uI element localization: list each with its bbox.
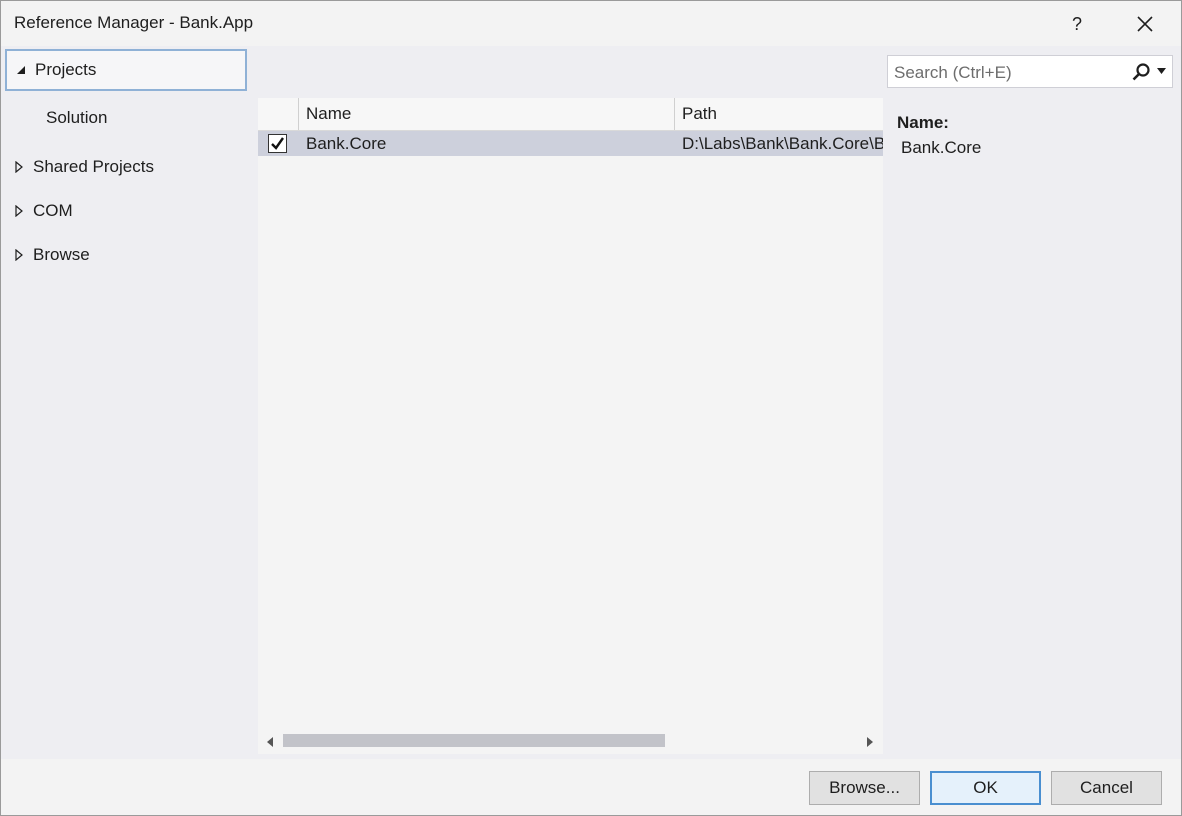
nav-item-projects[interactable]: Projects xyxy=(5,49,247,91)
nav-item-label: Shared Projects xyxy=(33,157,154,176)
nav-item-solution[interactable]: Solution xyxy=(5,97,247,139)
close-icon xyxy=(1137,16,1153,32)
cancel-button[interactable]: Cancel xyxy=(1051,771,1162,805)
title-bar: Reference Manager - Bank.App ? xyxy=(1,1,1181,46)
nav-item-label: Projects xyxy=(35,60,97,79)
horizontal-scrollbar[interactable] xyxy=(258,730,883,752)
checkmark-icon xyxy=(271,137,284,150)
reference-list: Name Path Bank.Core D:\Labs\Bank\Bank.Co… xyxy=(258,98,883,754)
column-header-check[interactable] xyxy=(258,98,298,130)
expanded-arrow-icon[interactable] xyxy=(7,65,35,75)
search-input[interactable] xyxy=(888,56,1126,89)
nav-item-label: COM xyxy=(33,201,73,220)
detail-name-value: Bank.Core xyxy=(901,138,982,157)
collapsed-arrow-icon[interactable] xyxy=(5,249,33,261)
list-header: Name Path xyxy=(258,98,883,131)
search-icon[interactable] xyxy=(1131,62,1151,82)
window-title: Reference Manager - Bank.App xyxy=(14,13,254,32)
help-button[interactable]: ? xyxy=(1055,5,1099,43)
browse-button[interactable]: Browse... xyxy=(809,771,920,805)
nav-item-label: Browse xyxy=(33,245,90,264)
detail-name-label: Name: xyxy=(897,113,949,132)
dialog-footer: Browse... OK Cancel xyxy=(1,759,1181,815)
reference-checkbox[interactable] xyxy=(268,134,287,153)
scrollbar-thumb[interactable] xyxy=(283,734,665,747)
nav-item-com[interactable]: COM xyxy=(5,190,247,232)
scroll-right-arrow-icon[interactable] xyxy=(864,734,876,748)
collapsed-arrow-icon[interactable] xyxy=(5,161,33,173)
cell-path: D:\Labs\Bank\Bank.Core\Bank.Core.csproj xyxy=(682,133,883,153)
nav-item-browse[interactable]: Browse xyxy=(5,234,247,276)
collapsed-arrow-icon[interactable] xyxy=(5,205,33,217)
nav-item-shared-projects[interactable]: Shared Projects xyxy=(5,146,247,188)
column-header-name[interactable]: Name xyxy=(299,98,674,130)
reference-manager-dialog: Reference Manager - Bank.App ? Projects … xyxy=(0,0,1182,816)
details-panel: Name: Bank.Core xyxy=(884,46,1181,759)
ok-button[interactable]: OK xyxy=(930,771,1041,805)
category-nav: Projects Solution Shared Projects COM Br… xyxy=(1,46,256,759)
list-toolbar-area xyxy=(256,46,884,98)
table-row[interactable]: Bank.Core D:\Labs\Bank\Bank.Core\Bank.Co… xyxy=(258,131,883,156)
chevron-down-icon[interactable] xyxy=(1157,68,1166,74)
nav-item-label: Solution xyxy=(46,108,108,127)
search-box[interactable] xyxy=(887,55,1173,89)
scroll-left-arrow-icon[interactable] xyxy=(264,734,276,748)
column-header-path[interactable]: Path xyxy=(675,98,883,130)
close-button[interactable] xyxy=(1123,5,1167,43)
cell-name: Bank.Core xyxy=(306,133,387,153)
